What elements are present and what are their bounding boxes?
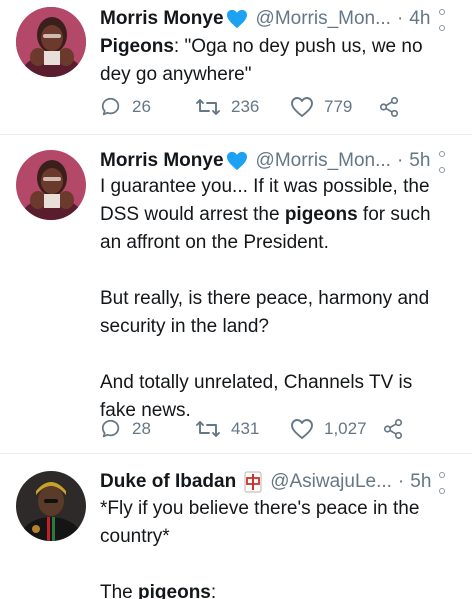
reply-button[interactable]: 28 bbox=[100, 418, 195, 440]
retweet-button[interactable]: 236 bbox=[195, 96, 290, 118]
avatar-image bbox=[16, 7, 86, 77]
more-options-icon[interactable] bbox=[438, 472, 446, 494]
retweet-icon bbox=[196, 99, 220, 115]
avatar-image bbox=[16, 150, 86, 220]
tweet-paragraph: But really, is there peace, harmony and … bbox=[100, 288, 430, 337]
highlight-bold: pigeons bbox=[284, 204, 358, 225]
tweet-paragraph: I guarantee you... If it was possible, t… bbox=[100, 173, 452, 257]
reply-icon bbox=[101, 97, 120, 116]
tweet-paragraph: *Fly if you believe there's peace in the… bbox=[100, 498, 420, 547]
more-options-icon[interactable] bbox=[438, 9, 446, 31]
separator-dot: · bbox=[397, 471, 405, 492]
tweet-text: *Fly if you believe there's peace in the… bbox=[100, 495, 452, 599]
display-name[interactable]: Duke of Ibadan bbox=[100, 470, 236, 494]
timestamp[interactable]: 5h bbox=[409, 149, 430, 173]
user-handle[interactable]: @Morris_Mon... bbox=[256, 149, 391, 173]
user-handle[interactable]: @Morris_Mon... bbox=[256, 7, 391, 31]
tweet-paragraph: The pigeons: bbox=[100, 579, 452, 599]
timestamp[interactable]: 4h bbox=[409, 7, 430, 31]
action-bar: 26 236 779 bbox=[100, 95, 408, 119]
like-icon bbox=[291, 97, 313, 117]
avatar[interactable] bbox=[16, 150, 86, 220]
retweet-count: 236 bbox=[231, 97, 260, 116]
tweet-text-part: : bbox=[210, 582, 217, 599]
reply-icon bbox=[101, 419, 120, 438]
like-button[interactable]: 1,027 bbox=[290, 418, 382, 440]
retweet-count: 431 bbox=[231, 419, 260, 438]
reply-count: 28 bbox=[132, 419, 151, 438]
tweet-header: Morris Monye @Morris_Mon... · 5h bbox=[100, 149, 458, 173]
action-bar: 28 431 1,027 bbox=[100, 417, 412, 441]
retweet-button[interactable]: 431 bbox=[195, 418, 290, 440]
avatar[interactable] bbox=[16, 7, 86, 77]
avatar[interactable] bbox=[16, 471, 86, 541]
display-name[interactable]: Morris Monye bbox=[100, 149, 224, 173]
share-button[interactable] bbox=[378, 96, 408, 118]
retweet-icon bbox=[196, 421, 220, 437]
like-count: 779 bbox=[324, 97, 353, 116]
reply-button[interactable]: 26 bbox=[100, 96, 195, 118]
separator-dot: · bbox=[396, 150, 404, 171]
tweet-header: Duke of Ibadan @AsiwajuLe... · 5h bbox=[100, 470, 458, 494]
blue-heart-icon bbox=[226, 151, 248, 171]
share-icon bbox=[379, 97, 399, 117]
reply-count: 26 bbox=[132, 97, 151, 116]
tweet[interactable]: Duke of Ibadan @AsiwajuLe... · 5h *Fly i… bbox=[0, 454, 472, 599]
hashtag-bold: Pigeons bbox=[100, 36, 174, 57]
blue-heart-icon bbox=[226, 9, 248, 29]
share-icon bbox=[383, 419, 403, 439]
highlight-bold: pigeons bbox=[138, 582, 211, 599]
like-button[interactable]: 779 bbox=[290, 96, 378, 118]
user-handle[interactable]: @AsiwajuLe... bbox=[270, 470, 392, 494]
mahjong-tile-icon bbox=[244, 471, 262, 493]
tweet-header: Morris Monye @Morris_Mon... · 4h bbox=[100, 7, 458, 31]
tweet-text: Pigeons: "Oga no dey push us, we no dey … bbox=[100, 33, 452, 89]
like-icon bbox=[291, 419, 313, 439]
tweet[interactable]: Morris Monye @Morris_Mon... · 4h Pigeons… bbox=[0, 0, 472, 134]
tweet[interactable]: Morris Monye @Morris_Mon... · 5h I guara… bbox=[0, 135, 472, 453]
display-name[interactable]: Morris Monye bbox=[100, 7, 224, 31]
share-button[interactable] bbox=[382, 418, 412, 440]
tweet-text: I guarantee you... If it was possible, t… bbox=[100, 173, 452, 425]
timestamp[interactable]: 5h bbox=[410, 470, 431, 494]
like-count: 1,027 bbox=[324, 419, 367, 438]
separator-dot: · bbox=[396, 8, 404, 29]
more-options-icon[interactable] bbox=[438, 151, 446, 173]
avatar-image bbox=[16, 471, 86, 541]
tweet-text-part: The bbox=[100, 582, 139, 599]
